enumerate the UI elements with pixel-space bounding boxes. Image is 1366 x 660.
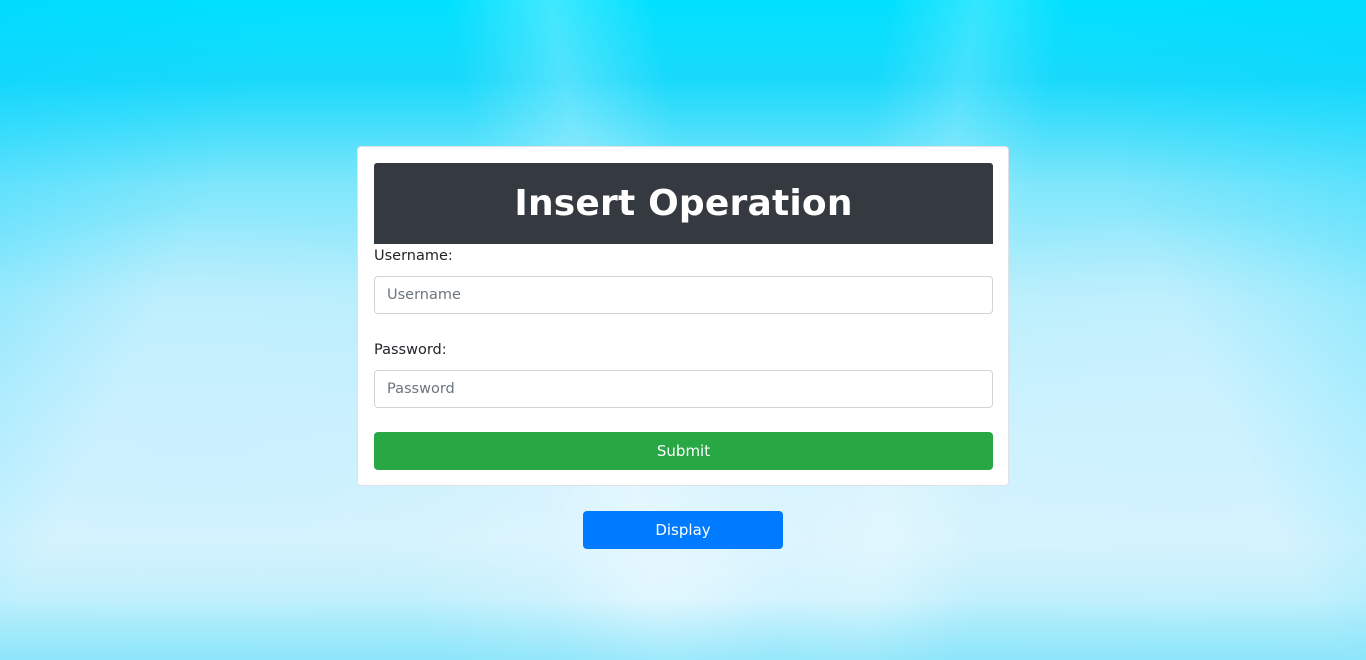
username-input[interactable] bbox=[374, 276, 993, 314]
password-label: Password: bbox=[374, 342, 447, 358]
submit-button[interactable]: Submit bbox=[374, 432, 993, 470]
insert-form-card: Insert Operation Username: Password: Sub… bbox=[357, 146, 1009, 486]
page-background: Insert Operation Username: Password: Sub… bbox=[0, 0, 1366, 660]
password-input[interactable] bbox=[374, 370, 993, 408]
username-label: Username: bbox=[374, 248, 453, 264]
form-title: Insert Operation bbox=[514, 183, 853, 224]
form-header: Insert Operation bbox=[374, 163, 993, 244]
display-button[interactable]: Display bbox=[583, 511, 783, 549]
